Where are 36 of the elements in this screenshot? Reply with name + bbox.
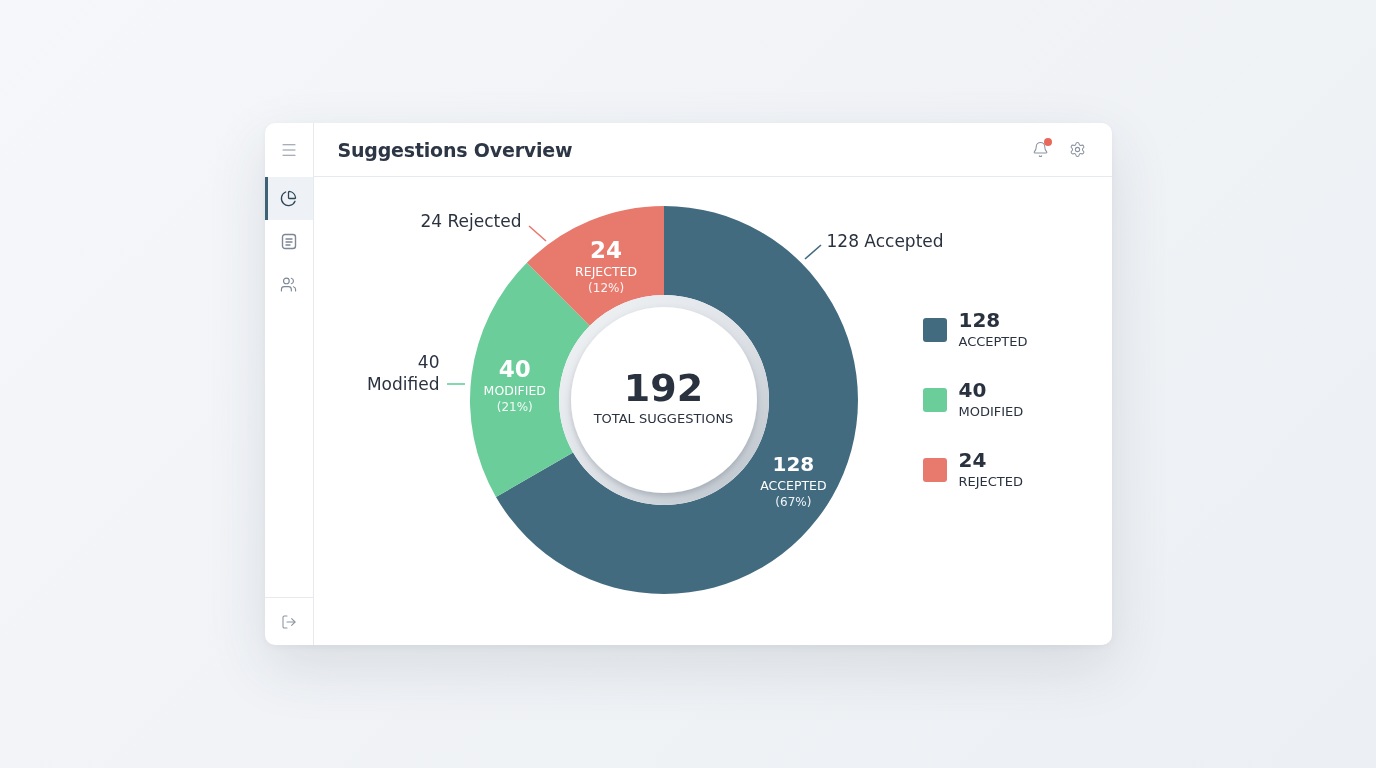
nav-item[interactable] [264, 177, 313, 220]
logout-icon [280, 613, 297, 630]
notifications-button[interactable] [1031, 141, 1049, 158]
slice-value: 40 [498, 355, 531, 384]
slice-value: 24 [590, 236, 623, 265]
legend-label: ACCEPTED [958, 334, 1028, 350]
pie-chart-icon [280, 190, 297, 207]
users-icon [280, 276, 297, 293]
total-label: TOTAL SUGGESTIONS [593, 410, 734, 427]
slice-value: 128 [772, 451, 815, 478]
menu-icon [279, 141, 298, 159]
slice-percent: (67%) [775, 494, 812, 510]
legend-label: REJECTED [958, 474, 1024, 490]
document-icon [280, 233, 297, 250]
slice-label: REJECTED [575, 264, 638, 281]
legend-value: 40 [958, 378, 988, 402]
total-value: 192 [623, 365, 704, 410]
bell-icon [1031, 141, 1049, 158]
callout-label: 40 Modified [365, 351, 440, 395]
slice-percent: (12%) [588, 280, 625, 297]
callout-line [803, 244, 822, 260]
slice-label: MODIFIED [483, 383, 546, 400]
callout-label: 24 Rejected [420, 210, 522, 232]
menu-button[interactable] [279, 141, 298, 159]
callout-label: 128 Accepted [826, 230, 944, 252]
settings-button[interactable] [1068, 141, 1086, 158]
callout-line [445, 383, 466, 385]
page-title: Suggestions Overview [337, 138, 573, 161]
slice-label: ACCEPTED [760, 478, 827, 494]
callout-line [527, 225, 547, 242]
settings-icon [1068, 141, 1086, 158]
legend-value: 24 [958, 448, 988, 472]
slice-percent: (21%) [496, 399, 533, 416]
legend-label: MODIFIED [958, 404, 1024, 420]
logout-button[interactable] [280, 613, 297, 630]
legend-value: 128 [958, 308, 1002, 332]
